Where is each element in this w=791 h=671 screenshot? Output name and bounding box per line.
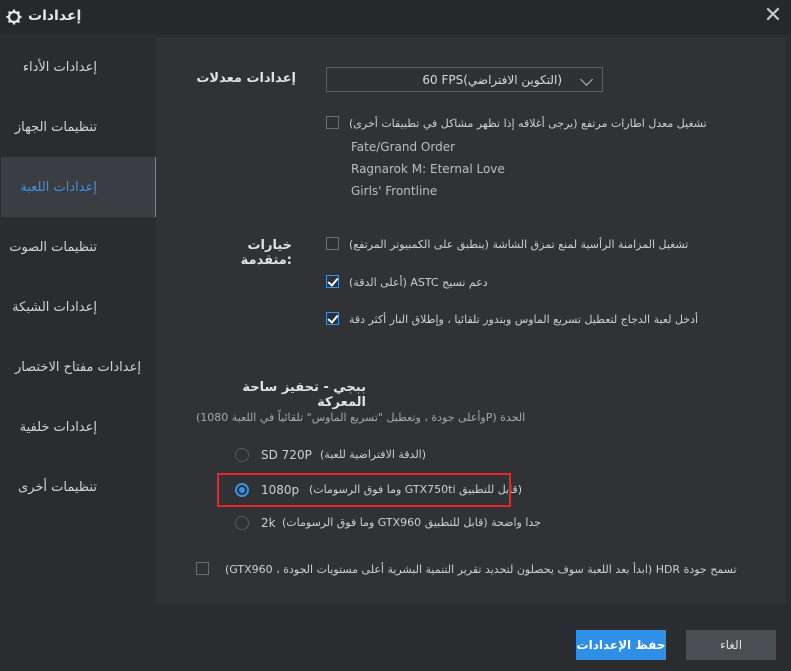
fps-dropdown[interactable]: 60 FPS(التكوين الافتراضي) — [326, 67, 603, 92]
chevron-down-icon — [580, 73, 593, 86]
sidebar-item-device[interactable]: تنظيمات الجهاز — [1, 97, 155, 157]
pubg-section-title: ببجي - تحفيز ساحة المعركة — [242, 380, 366, 410]
game-list-item: Fate/Grand Order — [351, 140, 456, 154]
pubg-mouse-label: أدخل لعبة الدجاج لتعطيل تسريع الماوس وبن… — [349, 313, 699, 326]
pubg-mouse-checkbox[interactable] — [326, 312, 339, 325]
sidebar-item-network[interactable]: إعدادات الشبكة — [1, 277, 155, 337]
hdr-label: (GTX960 ، ابدأ بعد اللعبة سوف يحصلون لتح… — [225, 563, 737, 576]
sidebar-item-label: إعدادات خلفية — [19, 419, 97, 435]
title-bar — [0, 0, 791, 34]
sidebar-item-game[interactable]: إعدادات اللعبة — [1, 157, 158, 217]
vsync-checkbox[interactable] — [326, 237, 339, 250]
save-button[interactable]: حفظ الإعدادات — [576, 630, 666, 660]
sidebar-item-label: إعدادات مفتاح الاختصار — [14, 359, 141, 375]
resolution-720p-note: (الدقة الافتراضية للعبة) — [320, 448, 427, 461]
resolution-720p-radio[interactable] — [235, 448, 249, 462]
window-title: إعدادات — [28, 8, 82, 24]
sidebar-item-label: تنظيمات الجهاز — [14, 119, 97, 135]
sidebar-item-label: تنظيمات أخرى — [18, 479, 97, 495]
sidebar-item-other[interactable]: تنظيمات أخرى — [1, 457, 155, 517]
high-fps-label: (يرجى أغلاقه إذا تظهر مشاكل في تطبيقات أ… — [349, 117, 707, 130]
sidebar-item-shortcuts[interactable]: إعدادات مفتاح الاختصار — [1, 337, 155, 397]
resolution-2k-note: (وما فوق الرسومات GTX960 قابل للتطبيق) ج… — [282, 516, 541, 529]
highlight-box — [217, 473, 511, 507]
advanced-label: خيارات متقدمة: — [240, 238, 292, 268]
sidebar-item-background[interactable]: إعدادات خلفية — [1, 397, 155, 457]
sidebar-item-label: تنظيمات الصوت — [9, 239, 97, 255]
resolution-2k-label: 2k — [261, 516, 276, 530]
sidebar-item-label: إعدادات اللعبة — [20, 179, 97, 195]
gear-icon — [6, 9, 22, 25]
cancel-button[interactable]: الغاء — [686, 630, 776, 660]
astc-checkbox[interactable] — [326, 275, 339, 288]
footer — [0, 605, 791, 671]
high-fps-checkbox[interactable] — [326, 116, 339, 129]
game-list-item: Girls' Frontline — [351, 184, 438, 198]
frame-rate-label: إعدادات معدلات — [196, 71, 296, 86]
close-icon[interactable]: ✕ — [762, 5, 784, 27]
hdr-checkbox[interactable] — [196, 562, 209, 575]
sidebar-item-label: إعدادات الأداء — [22, 59, 97, 75]
sidebar-item-sound[interactable]: تنظيمات الصوت — [1, 217, 155, 277]
resolution-720p-label: SD 720P — [261, 448, 312, 462]
sidebar-item-performance[interactable]: إعدادات الأداء — [1, 37, 155, 97]
vsync-label: (ينطبق على الكمبيوتر المرتفع) تشغيل المز… — [349, 238, 689, 251]
pubg-section-subtitle: (وأعلى جودة ، وتعطيل "تسريع الماوس" تلقا… — [196, 411, 526, 424]
resolution-2k-radio[interactable] — [235, 516, 249, 530]
sidebar: إعدادات الأداء تنظيمات الجهاز إعدادات ال… — [1, 37, 158, 604]
astc-label: (أعلى الدقة) ASTC دعم نسيج — [349, 276, 488, 289]
game-list-item: Ragnarok M: Eternal Love — [351, 162, 505, 176]
sidebar-item-label: إعدادات الشبكة — [12, 299, 97, 315]
fps-dropdown-value: 60 FPS(التكوين الافتراضي) — [422, 73, 562, 87]
